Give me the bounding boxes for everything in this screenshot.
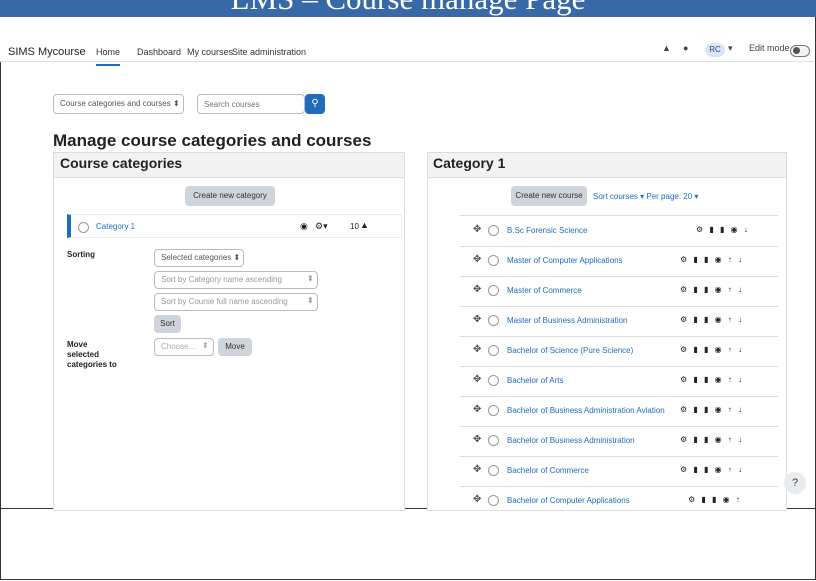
page-title: Manage course categories and courses — [53, 131, 372, 150]
sort-course-chevron-icon: ⬍ — [307, 296, 314, 305]
move-label-line1: Move — [67, 340, 88, 349]
edit-mode-label: Edit mode — [749, 43, 790, 53]
create-new-category-button[interactable]: Create new category — [185, 186, 275, 206]
course-name[interactable]: Bachelor of Computer Applications — [507, 496, 630, 505]
course-actions[interactable]: ⚙ ▮ ▮ ◉ ↑ ↓ — [680, 465, 744, 474]
banner-title: LMS – Course manage Page — [0, 0, 816, 16]
course-name[interactable]: Bachelor of Science (Pure Science) — [507, 346, 633, 355]
sort-course-name-select[interactable]: Sort by Course full name ascending — [154, 293, 318, 311]
nav-site-administration[interactable]: Site administration — [232, 47, 306, 57]
search-courses-input[interactable] — [197, 94, 305, 114]
move-target-chevron-icon: ⬍ — [202, 341, 209, 350]
course-name[interactable]: Master of Computer Applications — [507, 256, 623, 265]
sort-button[interactable]: Sort — [154, 315, 181, 333]
course-actions[interactable]: ⚙ ▮ ▮ ◉ ↑ ↓ — [680, 375, 744, 384]
course-row[interactable]: ✥ Master of Commerce ⚙ ▮ ▮ ◉ ↑ ↓ — [460, 276, 778, 307]
category-courses-title: Category 1 — [433, 155, 506, 171]
course-name[interactable]: Master of Business Administration — [507, 316, 628, 325]
top-navbar — [0, 17, 814, 62]
move-label-line3: categories to — [67, 360, 117, 369]
course-name[interactable]: B.Sc Forensic Science — [507, 226, 587, 235]
course-actions[interactable]: ⚙ ▮ ▮ ◉ ↑ ↓ — [680, 345, 744, 354]
course-name[interactable]: Bachelor of Commerce — [507, 466, 589, 475]
course-name[interactable]: Master of Commerce — [507, 286, 582, 295]
course-select-radio[interactable] — [488, 285, 499, 296]
move-handle-icon[interactable]: ✥ — [473, 434, 481, 445]
course-actions[interactable]: ⚙ ▮ ▮ ◉ ↑ ↓ — [680, 285, 744, 294]
sort-category-chevron-icon: ⬍ — [307, 274, 314, 283]
move-label-line2: selected — [67, 350, 100, 359]
course-select-radio[interactable] — [488, 405, 499, 416]
course-row[interactable]: ✥ Bachelor of Science (Pure Science) ⚙ ▮… — [460, 336, 778, 367]
course-actions[interactable]: ⚙ ▮ ▮ ◉ ↑ ↓ — [680, 315, 744, 324]
course-row[interactable]: ✥ Bachelor of Business Administration Av… — [460, 396, 778, 427]
sort-category-name-select[interactable]: Sort by Category name ascending — [154, 271, 318, 289]
course-list: ✥ B.Sc Forensic Science ⚙ ▮ ▮ ◉ ↓ ✥ Mast… — [460, 215, 778, 510]
course-select-radio[interactable] — [488, 345, 499, 356]
move-handle-icon[interactable]: ✥ — [473, 464, 481, 475]
nav-home[interactable]: Home — [96, 47, 121, 66]
category-select-radio[interactable] — [78, 222, 89, 233]
view-select[interactable]: Course categories and courses ⬍ — [53, 94, 184, 114]
edit-mode-toggle[interactable] — [790, 45, 810, 57]
course-select-radio[interactable] — [488, 495, 499, 506]
course-row[interactable]: ✥ Bachelor of Computer Applications ⚙ ▮ … — [460, 486, 778, 510]
course-name[interactable]: Bachelor of Business Administration Avia… — [507, 406, 665, 415]
course-select-radio[interactable] — [488, 225, 499, 236]
sort-courses-link[interactable]: Sort courses ▾ Per page: 20 ▾ — [593, 192, 698, 201]
course-row[interactable]: ✥ Master of Business Administration ⚙ ▮ … — [460, 306, 778, 337]
sort-courses-label: Sort courses — [593, 192, 638, 201]
notification-bell-icon[interactable]: ▲ — [662, 43, 671, 53]
course-categories-title: Course categories — [60, 155, 183, 171]
move-handle-icon[interactable]: ✥ — [473, 494, 481, 505]
course-actions[interactable]: ⚙ ▮ ▮ ◉ ↑ ↓ — [680, 435, 744, 444]
sort-scope-select[interactable]: Selected categories ⬍ — [154, 249, 244, 267]
move-handle-icon[interactable]: ✥ — [473, 344, 481, 355]
move-handle-icon[interactable]: ✥ — [473, 254, 481, 265]
course-row[interactable]: ✥ B.Sc Forensic Science ⚙ ▮ ▮ ◉ ↓ — [460, 216, 778, 247]
course-row[interactable]: ✥ Master of Computer Applications ⚙ ▮ ▮ … — [460, 246, 778, 277]
course-select-radio[interactable] — [488, 255, 499, 266]
course-row[interactable]: ✥ Bachelor of Commerce ⚙ ▮ ▮ ◉ ↑ ↓ — [460, 456, 778, 487]
move-handle-icon[interactable]: ✥ — [473, 404, 481, 415]
category-settings-gear-icon[interactable]: ⚙▾ — [315, 221, 328, 232]
site-brand[interactable]: SIMS Mycourse — [8, 46, 86, 58]
search-button[interactable]: ⚲ — [305, 94, 325, 114]
course-select-radio[interactable] — [488, 315, 499, 326]
messages-icon[interactable]: ● — [683, 43, 688, 53]
create-new-course-button[interactable]: Create new course — [511, 186, 587, 206]
course-select-radio[interactable] — [488, 465, 499, 476]
graduation-cap-icon: ▲ — [360, 220, 369, 230]
visibility-eye-icon[interactable]: ◉ — [300, 221, 308, 232]
move-handle-icon[interactable]: ✥ — [473, 224, 481, 235]
user-avatar[interactable]: RC — [705, 43, 725, 57]
sorting-label: Sorting — [67, 250, 95, 259]
course-actions[interactable]: ⚙ ▮ ▮ ◉ ↓ — [696, 225, 750, 234]
course-actions[interactable]: ⚙ ▮ ▮ ◉ ↑ — [688, 495, 742, 504]
course-row[interactable]: ✥ Bachelor of Business Administration ⚙ … — [460, 426, 778, 457]
course-actions[interactable]: ⚙ ▮ ▮ ◉ ↑ ↓ — [680, 405, 744, 414]
nav-dashboard[interactable]: Dashboard — [137, 47, 181, 57]
banner: LMS – Course manage Page — [0, 0, 816, 17]
move-button[interactable]: Move — [218, 338, 252, 356]
category-name[interactable]: Category 1 — [96, 222, 135, 231]
course-select-radio[interactable] — [488, 435, 499, 446]
course-actions[interactable]: ⚙ ▮ ▮ ◉ ↑ ↓ — [680, 255, 744, 264]
move-handle-icon[interactable]: ✥ — [473, 374, 481, 385]
course-select-radio[interactable] — [488, 375, 499, 386]
course-row[interactable]: ✥ Bachelor of Arts ⚙ ▮ ▮ ◉ ↑ ↓ — [460, 366, 778, 397]
course-name[interactable]: Bachelor of Business Administration — [507, 436, 635, 445]
per-page-label: Per page: 20 — [646, 192, 693, 201]
help-button[interactable]: ? — [784, 472, 806, 494]
nav-my-courses[interactable]: My courses — [187, 47, 233, 57]
category-course-count: 10 — [350, 222, 359, 231]
move-handle-icon[interactable]: ✥ — [473, 284, 481, 295]
user-menu-chevron-icon[interactable]: ▾ — [728, 43, 733, 54]
course-name[interactable]: Bachelor of Arts — [507, 376, 563, 385]
move-handle-icon[interactable]: ✥ — [473, 314, 481, 325]
